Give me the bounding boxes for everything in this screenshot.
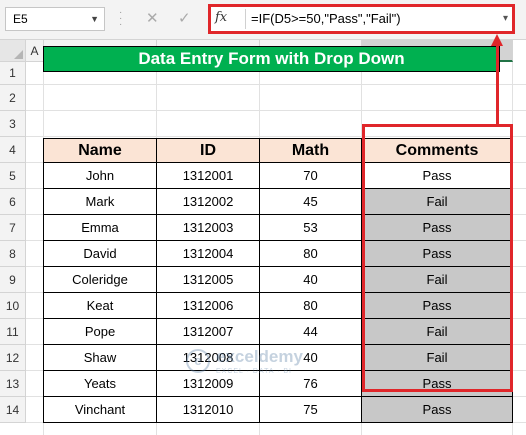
name-cell[interactable]: Coleridge	[43, 267, 157, 293]
header-name[interactable]: Name	[43, 138, 157, 163]
row-header-6[interactable]: 6	[0, 189, 26, 215]
header-id[interactable]: ID	[157, 138, 260, 163]
id-cell[interactable]: 1312010	[157, 397, 260, 423]
id-cell[interactable]: 1312006	[157, 293, 260, 319]
name-cell[interactable]: Mark	[43, 189, 157, 215]
row-header-3[interactable]: 3	[0, 111, 26, 137]
id-cell[interactable]: 1312004	[157, 241, 260, 267]
name-box-value: E5	[13, 12, 28, 26]
id-cell[interactable]: 1312005	[157, 267, 260, 293]
comment-cell[interactable]: Pass	[362, 397, 513, 423]
row-header-5[interactable]: 5	[0, 163, 26, 189]
math-cell[interactable]: 44	[260, 319, 362, 345]
math-cell[interactable]: 40	[260, 267, 362, 293]
name-cell[interactable]: John	[43, 163, 157, 189]
row-header-13[interactable]: 13	[0, 371, 26, 397]
insert-function-icon[interactable]: fx	[215, 10, 227, 25]
row-header-14[interactable]: 14	[0, 397, 26, 423]
column-header-a[interactable]: A	[26, 40, 44, 62]
name-cell[interactable]: David	[43, 241, 157, 267]
exceldemy-logo-icon: e	[186, 349, 210, 373]
select-all-button[interactable]	[0, 40, 26, 62]
name-cell[interactable]: Emma	[43, 215, 157, 241]
id-cell[interactable]: 1312001	[157, 163, 260, 189]
enter-icon[interactable]: ✓	[178, 9, 191, 27]
math-cell[interactable]: 75	[260, 397, 362, 423]
row-header-11[interactable]: 11	[0, 319, 26, 345]
name-cell[interactable]: Shaw	[43, 345, 157, 371]
math-cell[interactable]: 45	[260, 189, 362, 215]
gridline	[26, 110, 526, 111]
watermark-brand: exceldemy	[216, 347, 303, 366]
row-header-7[interactable]: 7	[0, 215, 26, 241]
sheet-title: Data Entry Form with Drop Down	[43, 46, 500, 72]
name-cell[interactable]: Pope	[43, 319, 157, 345]
divider	[245, 9, 246, 29]
callout-arrow-head	[491, 34, 503, 46]
comments-highlight-box	[362, 124, 513, 392]
row-header-8[interactable]: 8	[0, 241, 26, 267]
math-cell[interactable]: 80	[260, 293, 362, 319]
id-cell[interactable]: 1312002	[157, 189, 260, 215]
row-header-12[interactable]: 12	[0, 345, 26, 371]
header-math[interactable]: Math	[260, 138, 362, 163]
callout-arrow-line	[496, 42, 499, 126]
name-cell[interactable]: Vinchant	[43, 397, 157, 423]
row-header-4[interactable]: 4	[0, 137, 26, 163]
id-cell[interactable]: 1312003	[157, 215, 260, 241]
watermark: e exceldemy EXCEL · DATA · BI	[186, 344, 346, 384]
row-header-1[interactable]: 1	[0, 62, 26, 85]
formula-buttons: ✕ ✓	[136, 7, 208, 31]
row-header-10[interactable]: 10	[0, 293, 26, 319]
cancel-icon[interactable]: ✕	[146, 9, 159, 27]
expand-formula-icon[interactable]: ▾	[503, 13, 508, 24]
formula-bar: E5 ▼ · · · ✕ ✓ fx =IF(D5>=50,"Pass","Fail"…	[0, 0, 526, 40]
math-cell[interactable]: 70	[260, 163, 362, 189]
gridline	[26, 84, 526, 85]
drag-handle-icon[interactable]: · · ·	[119, 8, 123, 30]
math-cell[interactable]: 80	[260, 241, 362, 267]
watermark-tagline: EXCEL · DATA · BI	[216, 368, 292, 375]
row-header-9[interactable]: 9	[0, 267, 26, 293]
name-box[interactable]: E5 ▼	[5, 7, 105, 31]
formula-input-highlight: fx =IF(D5>=50,"Pass","Fail") ▾	[208, 4, 515, 34]
name-cell[interactable]: Yeats	[43, 371, 157, 397]
id-cell[interactable]: 1312007	[157, 319, 260, 345]
row-header-2[interactable]: 2	[0, 85, 26, 111]
chevron-down-icon[interactable]: ▼	[90, 8, 99, 30]
formula-input[interactable]: =IF(D5>=50,"Pass","Fail")	[251, 11, 401, 26]
name-cell[interactable]: Keat	[43, 293, 157, 319]
math-cell[interactable]: 53	[260, 215, 362, 241]
